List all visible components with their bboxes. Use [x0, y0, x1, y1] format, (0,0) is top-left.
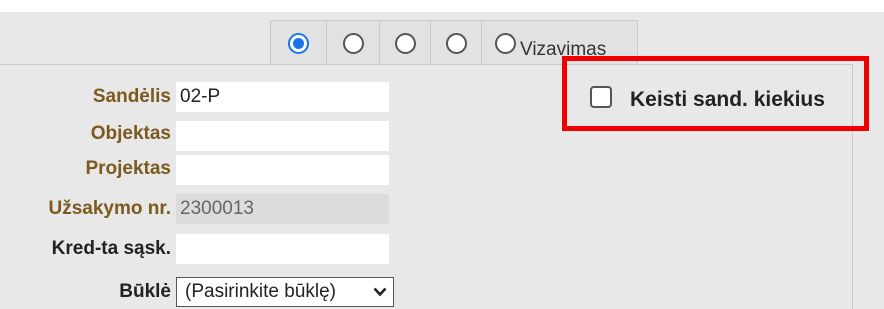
radio-selected-icon[interactable] [288, 32, 309, 54]
projektas-label: Projektas [85, 158, 171, 179]
top-strip [0, 0, 884, 12]
tab-radio-3[interactable] [380, 21, 431, 65]
field-row-kred: Kred-ta sąsk. [0, 233, 171, 265]
field-row-objektas: Objektas [0, 118, 171, 150]
bukle-select[interactable]: (Pasirinkite būklę) [176, 277, 394, 307]
chevron-down-icon [373, 287, 387, 297]
tab-radio-2[interactable] [327, 21, 380, 65]
radio-icon[interactable] [342, 32, 364, 54]
highlight-box [562, 56, 869, 131]
radio-icon[interactable] [394, 32, 416, 54]
sandelis-input[interactable] [176, 82, 389, 112]
tab-radio-1[interactable] [271, 21, 327, 65]
field-row-sandelis: Sandėlis [0, 81, 171, 113]
kred-label: Kred-ta sąsk. [51, 238, 171, 259]
field-row-uzsakymo: Užsakymo nr. [0, 193, 172, 225]
form-panel: Vizavimas Sandėlis Objektas Projektas Už… [0, 0, 884, 309]
bukle-selected-value: (Pasirinkite būklę) [185, 281, 336, 302]
kred-input[interactable] [176, 234, 389, 264]
sandelis-label: Sandėlis [92, 86, 171, 107]
objektas-label: Objektas [90, 123, 171, 144]
uzsakymo-value: 2300013 [176, 194, 389, 224]
radio-icon[interactable] [495, 32, 516, 54]
bukle-label: Būklė [119, 281, 171, 302]
objektas-input[interactable] [176, 121, 389, 151]
tab-radio-4[interactable] [431, 21, 482, 65]
projektas-input[interactable] [176, 155, 389, 185]
field-row-bukle: Būklė [0, 276, 171, 308]
uzsakymo-label: Užsakymo nr. [48, 198, 172, 219]
radio-icon[interactable] [445, 32, 467, 54]
field-row-projektas: Projektas [0, 153, 171, 185]
